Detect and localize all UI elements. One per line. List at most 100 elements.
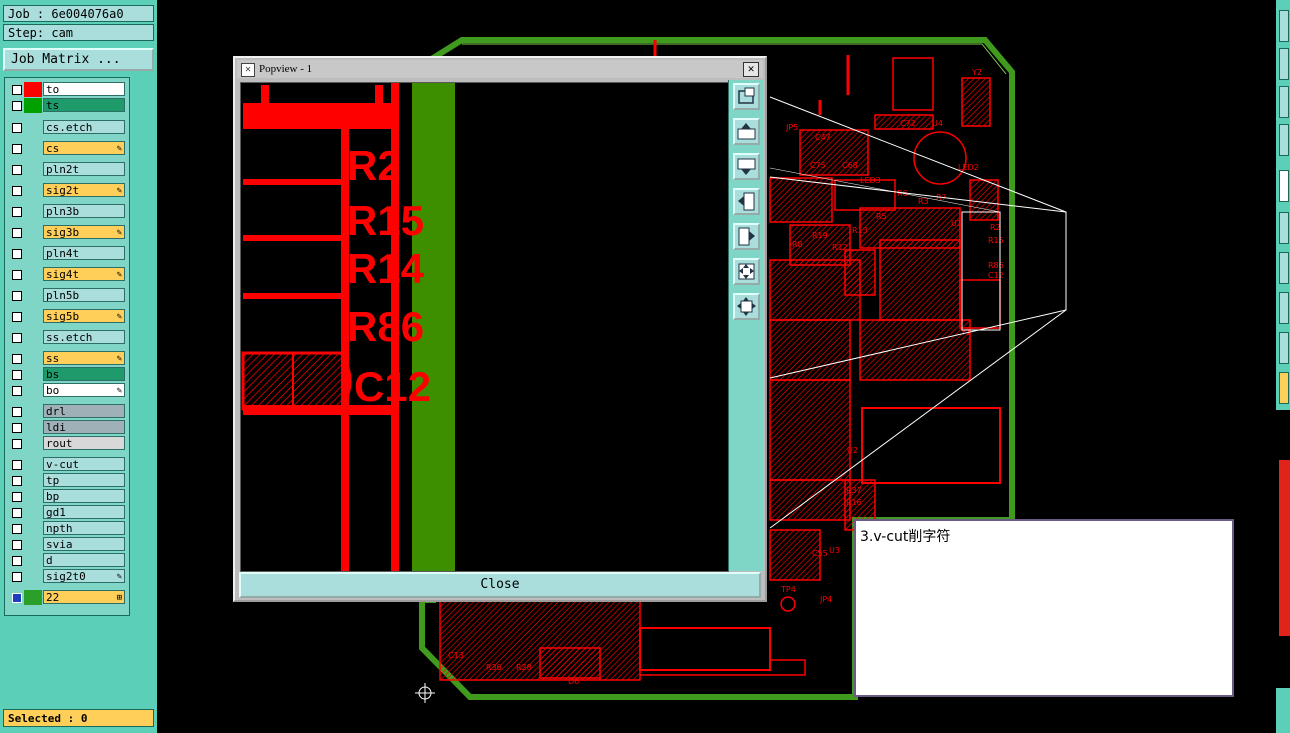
layer-name[interactable]: drl (43, 404, 125, 418)
layer-row-ss[interactable]: ss ✎ (7, 351, 127, 366)
layer-row-to[interactable]: to (7, 82, 127, 97)
layer-color-swatch[interactable] (24, 420, 42, 435)
layer-color-swatch[interactable] (24, 330, 42, 345)
layer-checkbox[interactable] (12, 556, 22, 566)
layer-row-sig3b[interactable]: sig3b ✎ (7, 225, 127, 240)
layer-color-swatch[interactable] (24, 457, 42, 472)
layer-row-rout[interactable]: rout (7, 436, 127, 451)
layer-name[interactable]: svia (43, 537, 125, 551)
layer-checkbox[interactable] (12, 386, 22, 396)
layer-color-swatch[interactable] (24, 225, 42, 240)
layer-color-swatch[interactable] (24, 569, 42, 584)
layer-row-d[interactable]: d (7, 553, 127, 568)
layer-row-ts[interactable]: ts (7, 98, 127, 113)
layer-color-swatch[interactable] (24, 521, 42, 536)
close-button[interactable]: Close (239, 572, 761, 598)
right-tool-button-1[interactable] (1279, 10, 1289, 42)
layer-name[interactable]: pln3b (43, 204, 125, 218)
layer-checkbox[interactable] (12, 354, 22, 364)
layer-color-swatch[interactable] (24, 383, 42, 398)
layer-row-bo[interactable]: bo ✎ (7, 383, 127, 398)
layer-color-swatch[interactable] (24, 473, 42, 488)
layer-name[interactable]: pln5b (43, 288, 125, 302)
pan-down-icon[interactable] (733, 153, 760, 180)
layer-name[interactable]: to (43, 82, 125, 96)
right-tool-button-2[interactable] (1279, 48, 1289, 80)
layer-name[interactable]: sig5b ✎ (43, 309, 125, 323)
layer-row-pln3b[interactable]: pln3b (7, 204, 127, 219)
layer-row-cs[interactable]: cs ✎ (7, 141, 127, 156)
job-matrix-button[interactable]: Job Matrix ... (3, 48, 154, 71)
layer-checkbox[interactable] (12, 508, 22, 518)
layer-color-swatch[interactable] (24, 141, 42, 156)
layer-row-drl[interactable]: drl (7, 404, 127, 419)
close-icon[interactable]: ✕ (743, 62, 759, 77)
layer-name[interactable]: sig4t ✎ (43, 267, 125, 281)
layer-color-swatch[interactable] (24, 120, 42, 135)
right-tool-button-8[interactable] (1279, 292, 1289, 324)
right-tool-button-7[interactable] (1279, 252, 1289, 284)
layer-checkbox[interactable] (12, 249, 22, 259)
zoom-in-icon[interactable] (733, 258, 760, 285)
layer-color-swatch[interactable] (24, 489, 42, 504)
layer-row-npth[interactable]: npth (7, 521, 127, 536)
layer-row-sig2t[interactable]: sig2t ✎ (7, 183, 127, 198)
layer-color-swatch[interactable] (24, 246, 42, 261)
layer-row-22[interactable]: 22 ⊞ (7, 590, 127, 605)
layer-row-pln4t[interactable]: pln4t (7, 246, 127, 261)
zoom-out-icon[interactable] (733, 293, 760, 320)
layer-color-swatch[interactable] (24, 505, 42, 520)
layer-name[interactable]: cs.etch (43, 120, 125, 134)
layer-name[interactable]: bp (43, 489, 125, 503)
layer-color-swatch[interactable] (24, 288, 42, 303)
layer-checkbox[interactable] (12, 207, 22, 217)
layer-row-v-cut[interactable]: v-cut (7, 457, 127, 472)
popview-titlebar[interactable]: ✕ Popview - 1 ✕ (237, 60, 763, 78)
right-tool-button-4[interactable] (1279, 124, 1289, 156)
right-tool-button-9[interactable] (1279, 332, 1289, 364)
pan-left-icon[interactable] (733, 188, 760, 215)
layer-name[interactable]: bo ✎ (43, 383, 125, 397)
layer-name[interactable]: rout (43, 436, 125, 450)
layer-checkbox[interactable] (12, 165, 22, 175)
layer-row-cs-etch[interactable]: cs.etch (7, 120, 127, 135)
layer-checkbox[interactable] (12, 186, 22, 196)
layer-name[interactable]: bs (43, 367, 125, 381)
layer-name[interactable]: sig2t ✎ (43, 183, 125, 197)
layer-row-sig2t0[interactable]: sig2t0 ✎ (7, 569, 127, 584)
layer-checkbox[interactable] (12, 572, 22, 582)
layer-name[interactable]: 22 ⊞ (43, 590, 125, 604)
layer-checkbox[interactable] (12, 593, 22, 603)
pan-up-icon[interactable] (733, 118, 760, 145)
layer-color-swatch[interactable] (24, 404, 42, 419)
layer-name[interactable]: npth (43, 521, 125, 535)
layer-name[interactable]: pln4t (43, 246, 125, 260)
layer-checkbox[interactable] (12, 291, 22, 301)
layer-color-swatch[interactable] (24, 82, 42, 97)
layer-checkbox[interactable] (12, 439, 22, 449)
layer-color-swatch[interactable] (24, 537, 42, 552)
layer-checkbox[interactable] (12, 476, 22, 486)
layer-checkbox[interactable] (12, 423, 22, 433)
layer-name[interactable]: pln2t (43, 162, 125, 176)
layer-checkbox[interactable] (12, 333, 22, 343)
layer-checkbox[interactable] (12, 123, 22, 133)
layer-name[interactable]: cs ✎ (43, 141, 125, 155)
layer-color-swatch[interactable] (24, 436, 42, 451)
layer-checkbox[interactable] (12, 540, 22, 550)
layer-color-swatch[interactable] (24, 98, 42, 113)
layer-color-swatch[interactable] (24, 553, 42, 568)
layer-row-ss-etch[interactable]: ss.etch (7, 330, 127, 345)
layer-checkbox[interactable] (12, 312, 22, 322)
layer-checkbox[interactable] (12, 270, 22, 280)
right-tool-button-6[interactable] (1279, 212, 1289, 244)
popview-zoom-view[interactable]: R2 R15 R14 R86 C12 (240, 82, 729, 572)
layer-name[interactable]: ss ✎ (43, 351, 125, 365)
layer-name[interactable]: d (43, 553, 125, 567)
layer-color-swatch[interactable] (24, 367, 42, 382)
layer-color-swatch[interactable] (24, 590, 42, 605)
layer-row-pln2t[interactable]: pln2t (7, 162, 127, 177)
layer-row-sig4t[interactable]: sig4t ✎ (7, 267, 127, 282)
layer-checkbox[interactable] (12, 228, 22, 238)
layer-name[interactable]: tp (43, 473, 125, 487)
